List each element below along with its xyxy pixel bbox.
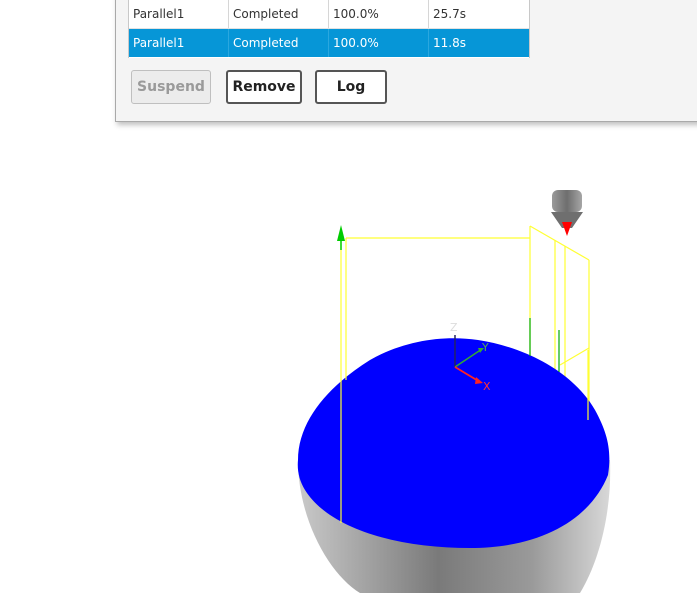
triad-y-label: Y — [481, 341, 489, 354]
operations-table: Parallel1 Completed 100.0% 25.7s Paralle… — [128, 0, 530, 58]
origin-up-arrow-icon — [337, 225, 345, 250]
operation-manager-dialog: Parallel1 Completed 100.0% 25.7s Paralle… — [115, 0, 697, 122]
progress-cell: 100.0% — [329, 29, 429, 57]
viewport-canvas[interactable]: Z Y X — [0, 121, 697, 593]
operation-name-cell: Parallel1 — [129, 29, 229, 57]
triad-x-label: X — [483, 380, 491, 393]
time-cell: 25.7s — [433, 7, 466, 21]
status-cell: Completed — [229, 29, 329, 57]
log-button[interactable]: Log — [315, 70, 387, 104]
progress-cell: 100.0% — [329, 0, 429, 28]
operation-name-cell: Parallel1 — [129, 0, 229, 28]
status-cell: Completed — [229, 0, 329, 28]
tool-holder-icon — [551, 190, 583, 236]
machined-surface — [297, 338, 610, 548]
3d-viewport[interactable]: Z Y X — [0, 121, 697, 593]
suspend-button[interactable]: Suspend — [131, 70, 211, 104]
table-row-selected[interactable]: Parallel1 Completed 100.0% 11.8s — [129, 29, 529, 57]
triad-z-label: Z — [450, 321, 458, 334]
time-cell: 11.8s — [433, 36, 466, 50]
table-row[interactable]: Parallel1 Completed 100.0% 25.7s — [129, 0, 529, 29]
remove-button[interactable]: Remove — [226, 70, 302, 104]
